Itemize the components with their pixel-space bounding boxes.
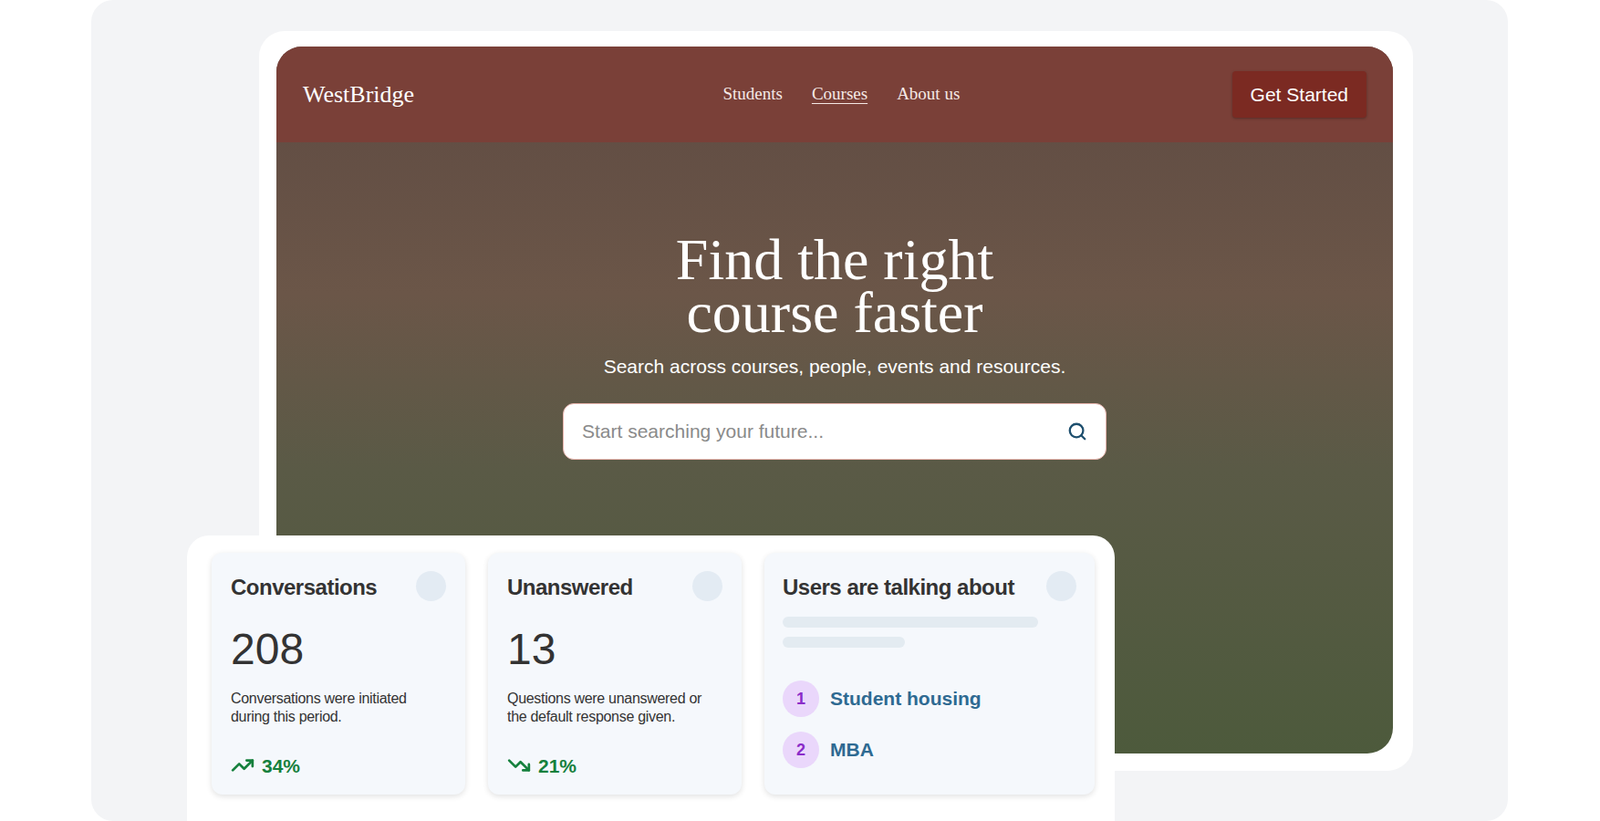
stat-change: 34% bbox=[261, 751, 301, 781]
stat-change: 21% bbox=[538, 751, 577, 781]
brand-logo[interactable]: WestBridge bbox=[302, 76, 415, 113]
card-menu-dot[interactable] bbox=[692, 571, 723, 602]
stat-card: Conversations 208 Conversations were initi… bbox=[211, 552, 466, 795]
trend-down-icon bbox=[507, 753, 531, 778]
hero-title: Find the rightcourse faster bbox=[675, 233, 994, 340]
card-menu-dot[interactable] bbox=[1046, 571, 1077, 602]
nav-link[interactable]: About us bbox=[896, 81, 960, 108]
nav-link[interactable]: Students bbox=[722, 81, 782, 108]
search-placeholder: Start searching your future... bbox=[581, 416, 1059, 447]
topic-rank: 2 bbox=[782, 731, 820, 769]
stat-value: 208 bbox=[230, 627, 447, 672]
trend-up-icon bbox=[230, 753, 255, 778]
stat-description: Conversations were initiated during this… bbox=[230, 689, 447, 727]
card-title: Users are talking about bbox=[782, 571, 1015, 604]
card-menu-dot[interactable] bbox=[415, 571, 447, 602]
stat-description: Questions were unanswered or the default… bbox=[507, 689, 723, 727]
stat-card: Unanswered 13 Questions were unanswered or… bbox=[488, 552, 742, 795]
search-field[interactable]: Start searching your future... bbox=[562, 403, 1107, 460]
topic-item[interactable]: 1 Student housing bbox=[782, 680, 1077, 717]
skeleton-line bbox=[782, 636, 905, 648]
nav-bar: WestBridge Students Courses About us Get Sta… bbox=[276, 46, 1393, 143]
card-title: Conversations bbox=[230, 571, 377, 604]
topic-rank: 1 bbox=[782, 680, 820, 717]
skeleton-line bbox=[782, 616, 1039, 628]
page: WestBridge Students Courses About us Get Sta… bbox=[0, 0, 1600, 821]
analytics-panel: Conversations 208 Conversations were initi… bbox=[187, 535, 1115, 821]
nav-link[interactable]: Courses bbox=[811, 81, 868, 108]
topics-card: Users are talking about 1 Student housing 2… bbox=[764, 552, 1095, 795]
topic-label: MBA bbox=[830, 735, 874, 765]
get-started-button[interactable]: Get Started bbox=[1232, 71, 1367, 119]
hero-subtitle: Search across courses, people, events an… bbox=[603, 352, 1067, 382]
card-title: Unanswered bbox=[507, 571, 634, 604]
showcase-panel: WestBridge Students Courses About us Get Sta… bbox=[91, 0, 1508, 821]
search-icon[interactable] bbox=[1067, 421, 1088, 442]
stat-value: 13 bbox=[507, 627, 723, 672]
topic-label: Student housing bbox=[830, 684, 982, 714]
topic-item[interactable]: 2 MBA bbox=[782, 731, 1077, 769]
